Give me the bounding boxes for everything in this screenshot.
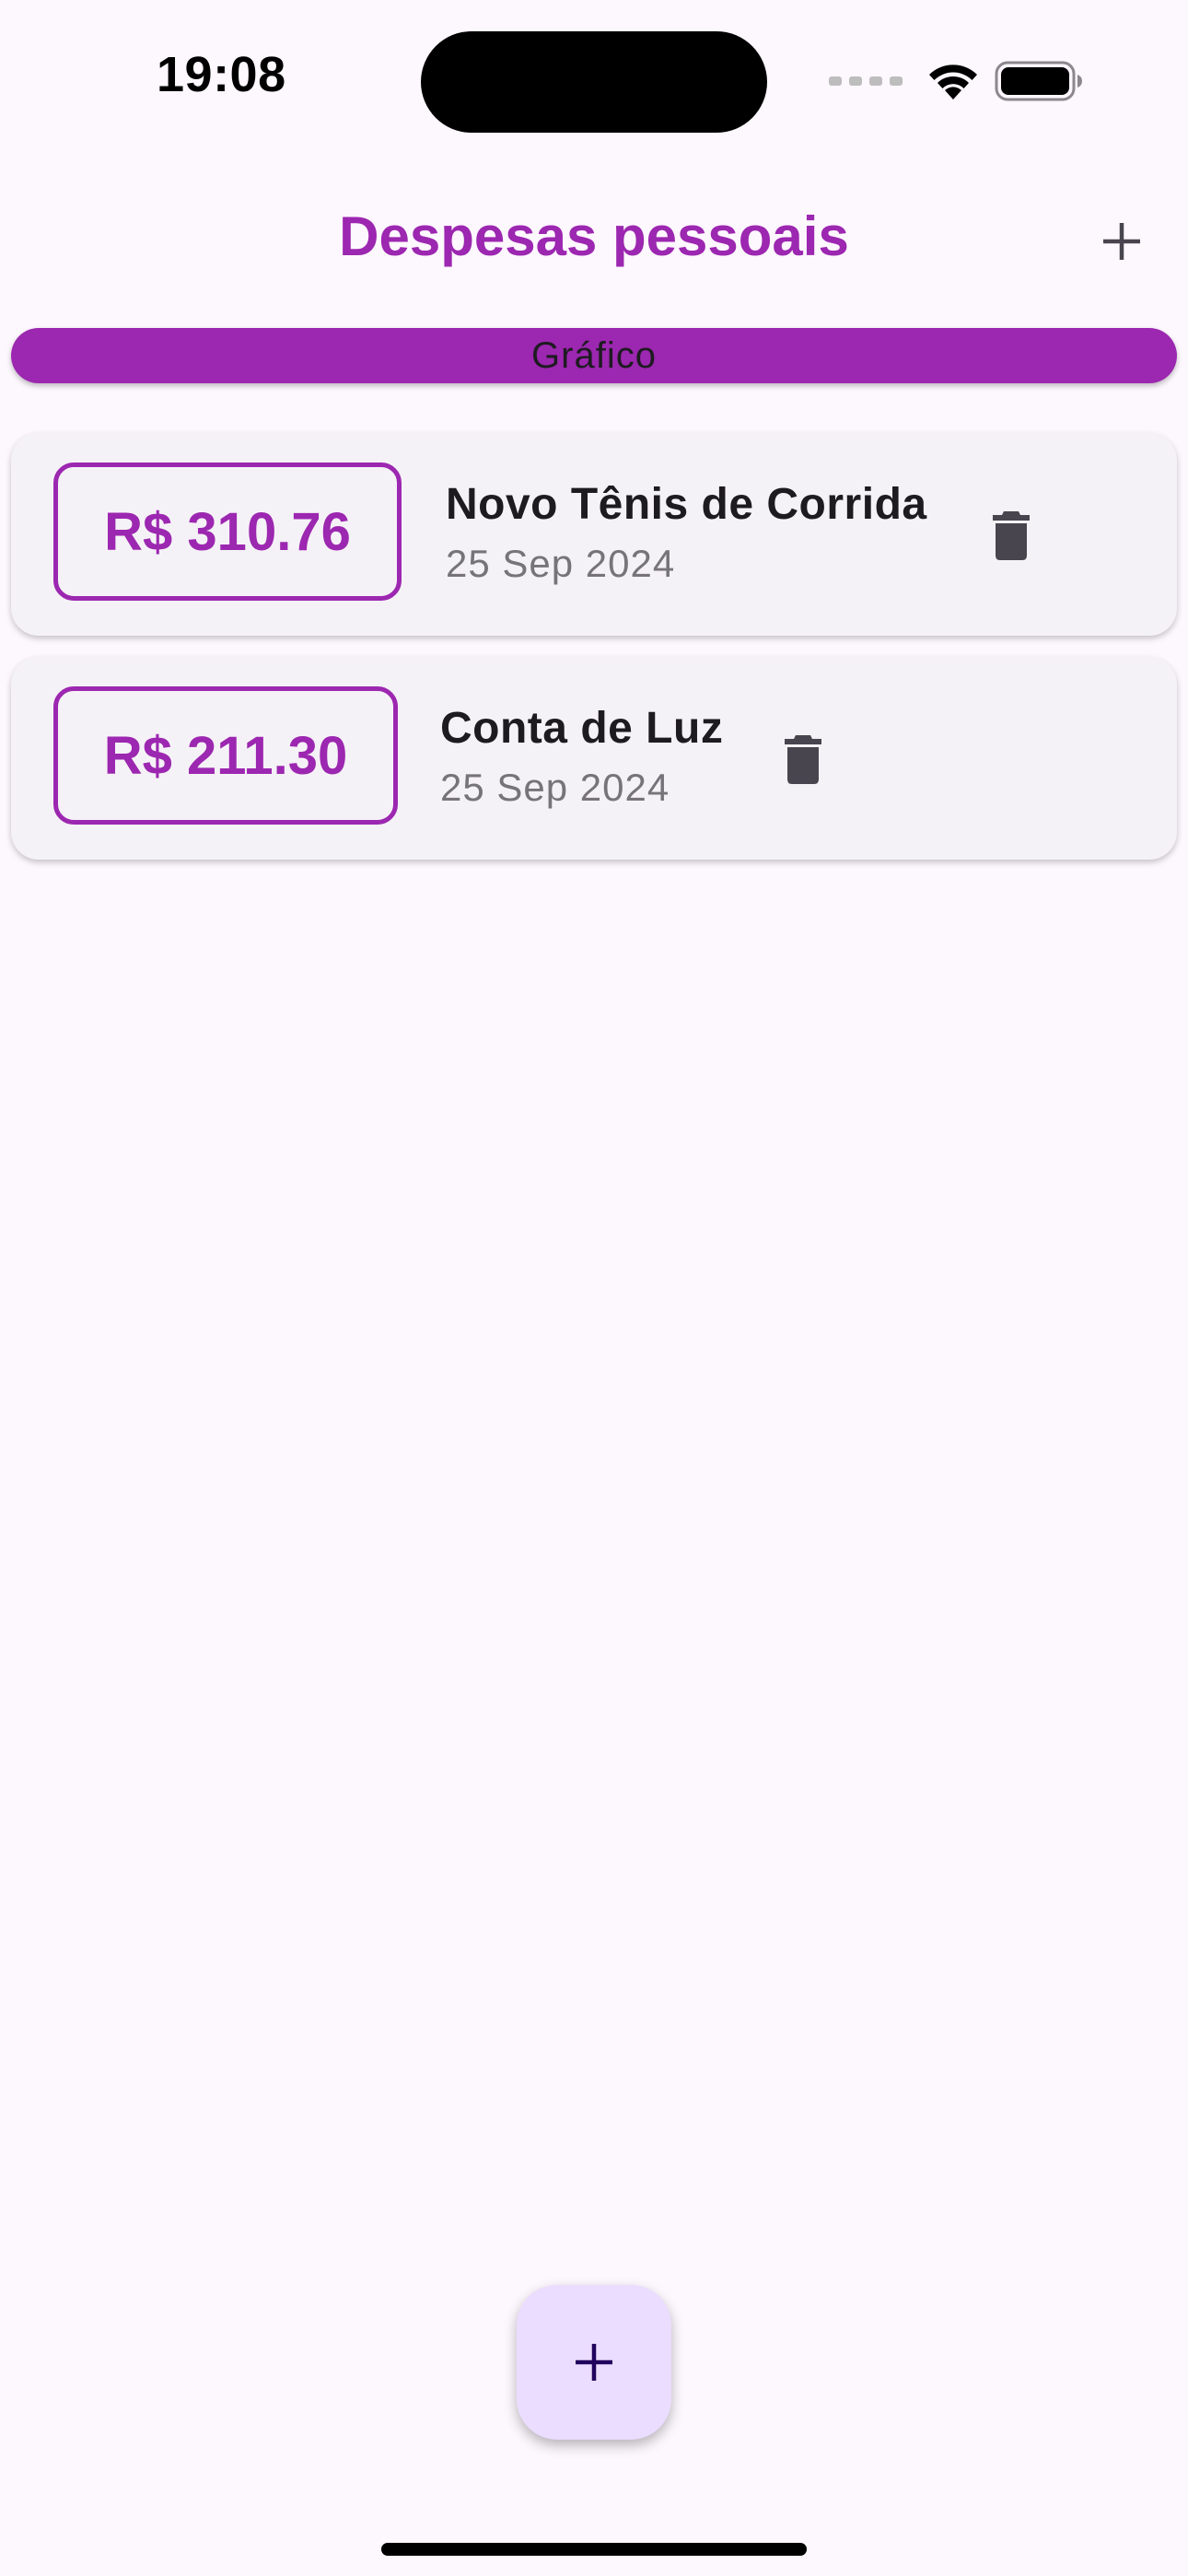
- amount-badge: R$ 211.30: [53, 686, 398, 825]
- chart-button[interactable]: Gráfico: [11, 328, 1177, 383]
- transaction-card: R$ 310.76 Novo Tênis de Corrida 25 Sep 2…: [11, 433, 1177, 636]
- cellular-signal-icon: [829, 76, 903, 86]
- transaction-title: Novo Tênis de Corrida: [446, 480, 927, 529]
- transaction-title: Conta de Luz: [440, 704, 724, 753]
- add-expense-fab[interactable]: [517, 2285, 671, 2440]
- wifi-icon: [929, 64, 977, 100]
- amount-text: R$ 211.30: [103, 725, 348, 786]
- delete-button[interactable]: [775, 727, 831, 791]
- transaction-date: 25 Sep 2024: [440, 766, 670, 809]
- amount-text: R$ 310.76: [104, 501, 351, 562]
- home-indicator[interactable]: [381, 2543, 807, 2556]
- trash-icon: [993, 511, 1030, 560]
- status-icons: [829, 53, 1083, 109]
- plus-icon: [1103, 223, 1140, 260]
- transaction-date: 25 Sep 2024: [446, 542, 676, 585]
- add-expense-button[interactable]: [1085, 205, 1159, 278]
- trash-icon: [785, 735, 821, 784]
- plus-icon: [576, 2344, 612, 2381]
- amount-badge: R$ 310.76: [53, 463, 402, 601]
- battery-icon: [995, 61, 1082, 101]
- delete-button[interactable]: [984, 503, 1039, 568]
- dynamic-island: [421, 31, 767, 133]
- transaction-card: R$ 211.30 Conta de Luz 25 Sep 2024: [11, 657, 1177, 860]
- page-title: Despesas pessoais: [339, 205, 849, 267]
- status-time: 19:08: [157, 47, 286, 102]
- chart-button-label: Gráfico: [531, 334, 657, 376]
